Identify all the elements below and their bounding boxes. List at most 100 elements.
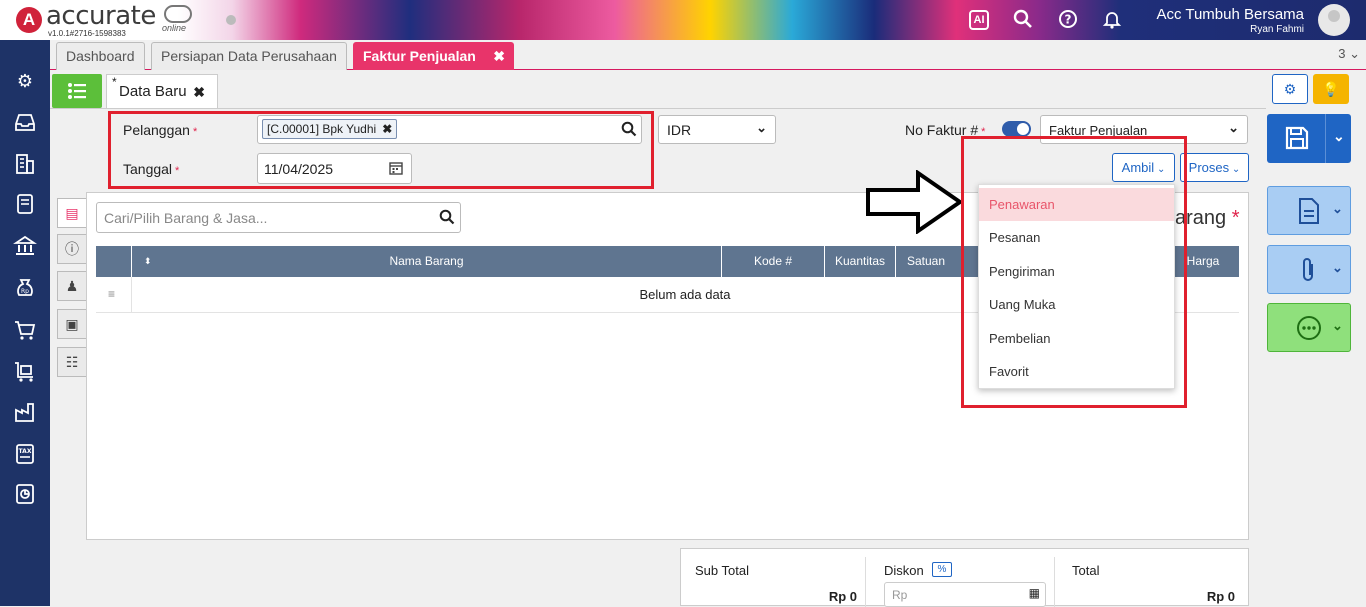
more-dots-icon	[1297, 316, 1321, 340]
payment-tab-icon[interactable]: ☷	[57, 347, 86, 377]
detail-doc-tab-icon[interactable]: ▤	[57, 198, 86, 228]
paperclip-icon	[1303, 258, 1313, 281]
cart-box-icon[interactable]	[12, 360, 38, 386]
status-dot	[226, 15, 236, 25]
menu-item-penawaran[interactable]: Penawaran	[979, 188, 1174, 221]
cloud-icon	[164, 5, 192, 23]
tab-count-dropdown[interactable]: 3 ⌄	[1338, 46, 1360, 62]
form-settings-gear-icon[interactable]: ⚙	[1272, 74, 1308, 104]
cost-tab-icon[interactable]: ▣	[57, 309, 86, 339]
money-bag-icon[interactable]: Rp	[12, 276, 38, 302]
col-kuantitas[interactable]: Kuantitas	[824, 246, 895, 277]
proses-button[interactable]: Proses ⌄	[1180, 153, 1249, 182]
print-document-button[interactable]: ⌄	[1267, 186, 1351, 235]
calendar-icon[interactable]	[389, 160, 403, 178]
diskon-percent-toggle[interactable]: %	[932, 562, 952, 577]
auto-number-toggle[interactable]	[1002, 121, 1031, 137]
chevron-down-icon: ⌄	[1332, 260, 1343, 275]
customer-search-icon[interactable]	[621, 121, 637, 142]
info-tab-icon[interactable]: ⓘ	[57, 234, 86, 264]
divider	[865, 557, 866, 607]
divider	[1054, 557, 1055, 607]
diskon-label: Diskon	[884, 563, 924, 578]
logo-mark-icon: A	[16, 7, 42, 33]
item-search-placeholder: Cari/Pilih Barang & Jasa...	[104, 210, 268, 226]
ai-chip-icon[interactable]: AI	[969, 10, 989, 30]
building-icon[interactable]	[12, 152, 38, 178]
bank-icon[interactable]	[12, 234, 38, 260]
col-nama-barang-label: Nama Barang	[389, 254, 464, 268]
company-info[interactable]: Acc Tumbuh Bersama Ryan Fahmi	[1156, 6, 1304, 35]
menu-item-pengiriman[interactable]: Pengiriman	[979, 255, 1174, 288]
search-icon[interactable]	[1012, 9, 1034, 31]
shopping-cart-icon[interactable]	[12, 318, 38, 344]
tax-icon[interactable]: TAX	[12, 442, 38, 468]
totals-panel: Sub Total Rp 0 Diskon % Rp ▦ Total Rp 0	[680, 548, 1249, 607]
divider	[50, 108, 1266, 109]
unsaved-marker: *	[112, 75, 117, 89]
chevron-down-icon: ⌄	[1332, 201, 1343, 216]
tanggal-label-text: Tanggal	[123, 161, 173, 177]
menu-item-pembelian[interactable]: Pembelian	[979, 322, 1174, 355]
subtab-label: Data Baru	[119, 83, 187, 100]
tips-lightbulb-icon[interactable]: 💡	[1313, 74, 1349, 104]
chip-remove-icon[interactable]: ✖	[382, 122, 392, 136]
divider	[1325, 114, 1326, 163]
customer-chip-label: [C.00001] Bpk Yudhi	[267, 122, 377, 136]
subtab-close-icon[interactable]: ✖	[193, 75, 205, 109]
item-search-icon[interactable]	[439, 209, 455, 228]
user-info-tab-icon[interactable]: ♟	[57, 271, 86, 301]
menu-item-uang-muka[interactable]: Uang Muka	[979, 288, 1174, 321]
version-text: v1.0.1#2716-1598383	[48, 29, 126, 38]
col-nama-barang[interactable]: ⬍ Nama Barang	[131, 246, 721, 277]
tab-dashboard[interactable]: Dashboard	[56, 42, 145, 70]
col-kode[interactable]: Kode #	[721, 246, 824, 277]
tab-bar: Dashboard Persiapan Data Perusahaan Fakt…	[50, 40, 1366, 70]
svg-text:Rp: Rp	[21, 288, 29, 295]
tanggal-field[interactable]: 11/04/2025	[257, 153, 412, 184]
factory-icon[interactable]	[12, 400, 38, 426]
diskon-placeholder: Rp	[892, 588, 908, 602]
menu-item-favorit[interactable]: Favorit	[979, 355, 1174, 388]
chevron-down-icon[interactable]: ⌄	[1333, 128, 1345, 145]
required-mark: *	[175, 165, 180, 177]
top-bar: A accurate online v1.0.1#2716-1598383 AI…	[0, 0, 1366, 40]
inbox-tray-icon[interactable]	[12, 110, 38, 136]
bell-icon[interactable]	[1101, 9, 1123, 31]
tab-faktur-penjualan[interactable]: Faktur Penjualan ✖	[353, 42, 514, 70]
item-search-field[interactable]: Cari/Pilih Barang & Jasa...	[96, 202, 461, 233]
settings-gear-icon[interactable]: ⚙	[12, 68, 38, 94]
row-handle-header	[96, 246, 131, 277]
company-name: Acc Tumbuh Bersama	[1156, 6, 1304, 23]
document-book-icon[interactable]	[12, 192, 38, 218]
more-actions-button[interactable]: ⌄	[1267, 303, 1351, 352]
report-chart-icon[interactable]	[12, 482, 38, 508]
document-icon	[1299, 198, 1319, 224]
accurate-logo[interactable]: A accurate online v1.0.1#2716-1598383	[14, 1, 194, 39]
sort-icon[interactable]: ⬍	[144, 246, 152, 277]
currency-select[interactable]: IDR ⌄	[658, 115, 776, 144]
list-view-button[interactable]	[52, 74, 102, 108]
proses-label: Proses	[1188, 160, 1230, 175]
save-floppy-icon	[1285, 126, 1309, 150]
col-satuan[interactable]: Satuan	[895, 246, 956, 277]
tanggal-value: 11/04/2025	[264, 161, 334, 177]
tab-persiapan-data[interactable]: Persiapan Data Perusahaan	[151, 42, 347, 70]
subtab-data-baru[interactable]: * Data Baru ✖	[106, 74, 218, 108]
calculator-icon[interactable]: ▦	[1029, 586, 1040, 600]
required-mark: *	[192, 126, 198, 138]
subtotal-value: Rp 0	[828, 589, 857, 604]
tab-close-icon[interactable]: ✖	[493, 43, 505, 69]
drag-handle-icon[interactable]: ≡	[108, 287, 115, 301]
chevron-down-icon: ⌄	[1332, 318, 1343, 333]
save-button[interactable]: ⌄	[1267, 114, 1351, 163]
attachment-button[interactable]: ⌄	[1267, 245, 1351, 294]
help-icon[interactable]: ?	[1057, 9, 1079, 31]
chevron-down-icon: ⌄	[1229, 164, 1241, 175]
diskon-input[interactable]: Rp ▦	[884, 582, 1046, 607]
logo-subtext: online	[162, 23, 187, 33]
avatar[interactable]	[1318, 4, 1350, 36]
currency-value: IDR	[667, 122, 692, 138]
customer-chip[interactable]: [C.00001] Bpk Yudhi ✖	[262, 119, 398, 139]
menu-item-pesanan[interactable]: Pesanan	[979, 221, 1174, 254]
